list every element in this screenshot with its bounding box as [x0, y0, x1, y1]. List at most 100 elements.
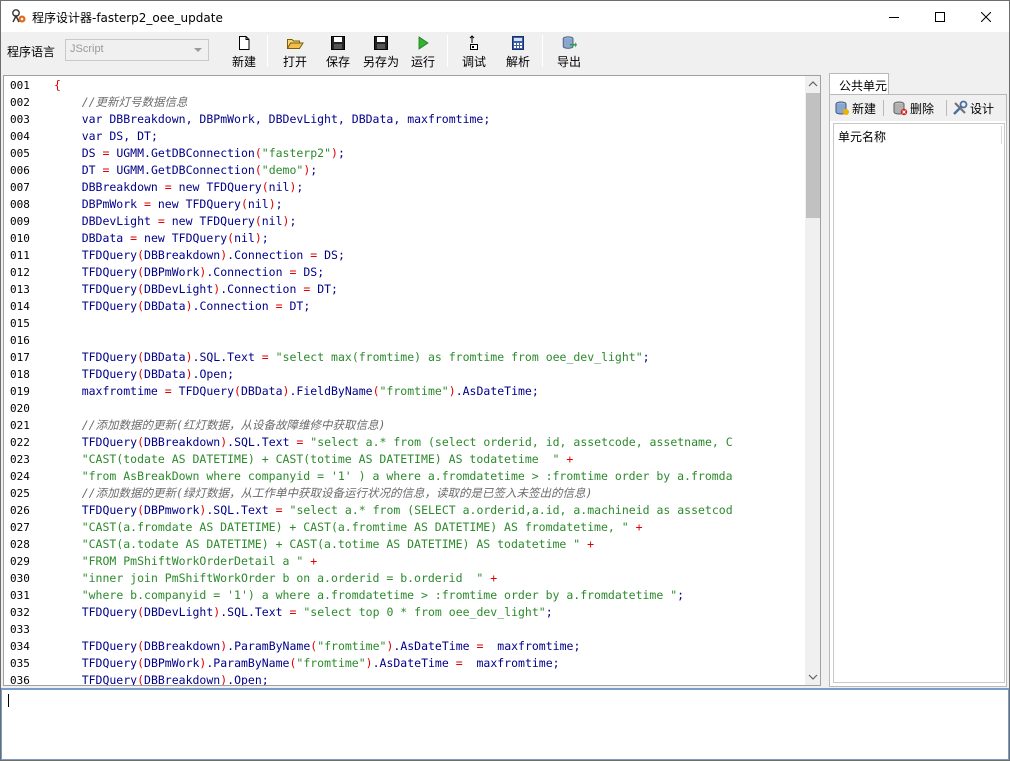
save-disk-icon [331, 36, 345, 50]
line-text: var DBBreakdown, DBPmWork, DBDevLight, D… [54, 112, 491, 126]
unit-delete-button[interactable]: 删除 [892, 99, 934, 117]
line-text: //添加数据的更新(红灯数据，从设备故障维修中获取信息) [54, 418, 386, 432]
code-line[interactable]: 019 maxfromtime = TFDQuery(DBData).Field… [4, 383, 539, 400]
language-label: 程序语言 [7, 45, 56, 59]
line-text: TFDQuery(DBData).Open; [54, 367, 235, 381]
line-number: 008 [10, 198, 30, 211]
code-line[interactable]: 014 TFDQuery(DBData).Connection = DT; [4, 298, 310, 315]
line-number: 009 [10, 215, 30, 228]
export-button[interactable]: 导出 [555, 34, 583, 70]
code-line[interactable]: 020 [4, 400, 54, 417]
unit-name-column-header[interactable]: 单元名称 [838, 128, 886, 145]
scroll-down-icon[interactable] [805, 669, 821, 685]
code-line[interactable]: 003 var DBBreakdown, DBPmWork, DBDevLigh… [4, 111, 490, 128]
open-button[interactable]: 打开 [281, 34, 309, 70]
code-line[interactable]: 006 DT = UGMM.GetDBConnection("demo"); [4, 162, 317, 179]
line-number: 012 [10, 266, 30, 279]
code-line[interactable]: 026 TFDQuery(DBPmwork).SQL.Text = "selec… [4, 502, 733, 519]
code-line[interactable]: 035 TFDQuery(DBPmWork).ParamByName("from… [4, 655, 560, 672]
code-editor[interactable]: 001{002 //更新灯号数据信息 003 var DBBreakdown, D… [3, 75, 821, 686]
line-text: TFDQuery(DBPmWork).ParamByName("fromtime… [54, 656, 560, 670]
code-line[interactable]: 005 DS = UGMM.GetDBConnection("fasterp2"… [4, 145, 345, 162]
code-line[interactable]: 021 //添加数据的更新(红灯数据，从设备故障维修中获取信息) [4, 417, 385, 434]
vertical-scrollbar[interactable] [805, 76, 821, 685]
maximize-button[interactable] [917, 1, 963, 32]
code-line[interactable]: 031 "where b.companyid = '1') a where a.… [4, 587, 684, 604]
code-line[interactable]: 017 TFDQuery(DBData).SQL.Text = "select … [4, 349, 650, 366]
new-database-icon [835, 101, 849, 115]
new-button[interactable]: 新建 [230, 34, 258, 70]
line-number: 035 [10, 657, 30, 670]
toolbar-divider [946, 100, 947, 116]
code-line[interactable]: 028 "CAST(a.todate AS DATETIME) + CAST(a… [4, 536, 594, 553]
line-number: 005 [10, 147, 30, 160]
code-line[interactable]: 033 [4, 621, 54, 638]
output-area[interactable] [1, 688, 1009, 760]
code-line[interactable]: 002 //更新灯号数据信息 [4, 94, 188, 111]
parse-button-label: 解析 [505, 55, 530, 69]
line-number: 031 [10, 589, 30, 602]
close-button[interactable] [963, 1, 1009, 32]
close-icon [981, 11, 991, 22]
toolbar-divider [447, 35, 448, 67]
unit-new-button[interactable]: 新建 [834, 99, 876, 117]
code-line[interactable]: 009 DBDevLight = new TFDQuery(nil); [4, 213, 296, 230]
code-line[interactable]: 034 TFDQuery(DBBreakdown).ParamByName("f… [4, 638, 580, 655]
line-number: 007 [10, 181, 30, 194]
code-line[interactable]: 032 TFDQuery(DBDevLight).SQL.Text = "sel… [4, 604, 553, 621]
line-number: 013 [10, 283, 30, 296]
code-line[interactable]: 024 "from AsBreakDown where companyid = … [4, 468, 733, 485]
scroll-up-icon[interactable] [805, 76, 821, 92]
unit-design-button[interactable]: 设计 [952, 99, 994, 117]
delete-database-icon [893, 101, 908, 116]
save-button[interactable]: 保存 [324, 34, 352, 70]
code-line[interactable]: 013 TFDQuery(DBDevLight).Connection = DT… [4, 281, 338, 298]
code-line[interactable]: 011 TFDQuery(DBBreakdown).Connection = D… [4, 247, 345, 264]
calculator-icon [512, 36, 524, 50]
save-as-disk-icon [374, 36, 388, 50]
code-line[interactable]: 004 var DS, DT; [4, 128, 158, 145]
code-line[interactable]: 016 [4, 332, 54, 349]
code-line[interactable]: 029 "FROM PmShiftWorkOrderDetail a " + [4, 553, 317, 570]
line-text: TFDQuery(DBBreakdown).Open; [54, 673, 269, 685]
units-toolbar: 新建 删除 设计 [830, 95, 1006, 121]
code-line[interactable]: 022 TFDQuery(DBBreakdown).SQL.Text = "se… [4, 434, 733, 451]
debug-button-label: 调试 [461, 55, 486, 69]
code-line[interactable]: 001 { [4, 77, 61, 94]
code-line[interactable]: 007 DBBreakdown = new TFDQuery(nil); [4, 179, 303, 196]
code-line[interactable]: 012 TFDQuery(DBPmWork).Connection = DS; [4, 264, 324, 281]
tab-public-units[interactable]: 公共单元 [829, 73, 889, 95]
line-text: "CAST(todate AS DATETIME) + CAST(totime … [81, 452, 574, 466]
scrollbar-thumb[interactable] [806, 93, 820, 218]
debug-button[interactable]: 调试 [460, 34, 488, 70]
language-select[interactable]: JScript [65, 39, 209, 61]
code-area[interactable]: 001{002 //更新灯号数据信息 003 var DBBreakdown, D… [4, 76, 804, 685]
parse-button[interactable]: 解析 [504, 34, 532, 70]
code-line[interactable]: 025 //添加数据的更新(绿灯数据，从工作单中获取设备运行状况的信息，读取的是… [4, 485, 592, 502]
line-text: { [54, 78, 61, 92]
line-number: 015 [10, 317, 30, 330]
line-text: TFDQuery(DBData).SQL.Text = "select max(… [54, 350, 650, 364]
code-line[interactable]: 030 "inner join PmShiftWorkOrder b on a.… [4, 570, 497, 587]
line-number: 026 [10, 504, 30, 517]
code-line[interactable]: 008 DBPmWork = new TFDQuery(nil); [4, 196, 283, 213]
code-line[interactable]: 027 "CAST(a.fromdate AS DATETIME) + CAST… [4, 519, 643, 536]
new-button-label: 新建 [231, 55, 256, 69]
code-line[interactable]: 036 TFDQuery(DBBreakdown).Open; [4, 672, 269, 685]
run-button[interactable]: 运行 [409, 34, 437, 70]
units-list[interactable]: 单元名称 [833, 123, 1005, 683]
export-database-icon [562, 36, 577, 49]
save-as-button-label: 另存为 [362, 55, 399, 69]
code-line[interactable]: 018 TFDQuery(DBData).Open; [4, 366, 234, 383]
line-text: TFDQuery(DBData).Connection = DT; [54, 299, 311, 313]
line-number: 034 [10, 640, 30, 653]
code-line[interactable]: 010 DBData = new TFDQuery(nil); [4, 230, 269, 247]
line-text: //添加数据的更新(绿灯数据，从工作单中获取设备运行状况的信息，读取的是已签入未… [54, 486, 593, 500]
line-number: 023 [10, 453, 30, 466]
line-text: DBData = new TFDQuery(nil); [54, 231, 269, 245]
save-as-button[interactable]: 另存为 [361, 34, 401, 70]
code-line[interactable]: 015 [4, 315, 54, 332]
minimize-button[interactable] [871, 1, 917, 32]
code-line[interactable]: 023 "CAST(todate AS DATETIME) + CAST(tot… [4, 451, 573, 468]
title-bar[interactable]: 程序设计器-fasterp2_oee_update [1, 1, 1009, 32]
